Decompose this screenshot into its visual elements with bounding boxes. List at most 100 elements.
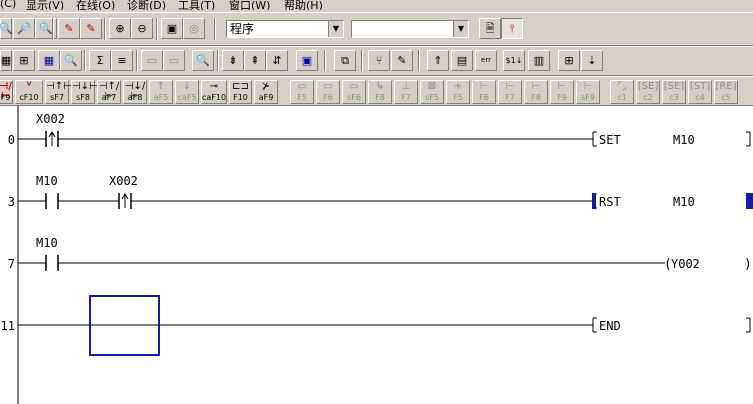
ladder-key-f8[interactable]: ↳ F8 [368,80,392,104]
read-from-plc-button[interactable]: ✎ [80,18,102,39]
ladder-key-f7[interactable]: ⊥ F7 [394,80,418,104]
tb2-btn-6[interactable]: ≡ [111,50,133,71]
tb2-btn-9[interactable]: 🔍 [192,50,214,71]
tb2-btn-23[interactable]: ⇣ [581,50,603,71]
entry-data-button[interactable]: ◎ [183,18,205,39]
ladder-key-sf7[interactable]: ⊣↑⊢ sF7 [45,80,72,104]
ladder-key-sf6[interactable]: ▭ sF6 [342,80,366,104]
grid-2-icon: ⊞ [564,54,574,67]
monitor-start-button[interactable]: ⊕ [109,18,131,39]
ladder-key-c3[interactable]: [SE] c3 [662,80,686,104]
ladder-key-sf5[interactable]: ⊠ sF5 [420,80,444,104]
menu-item[interactable]: (C) [0,0,16,10]
ladder-key-symbol: ⊢ [531,81,541,92]
magnifier-icon: 🔍 [0,22,13,35]
device-search-button[interactable]: 🔎 [13,18,35,39]
tb2-btn-1[interactable]: ▦ [0,50,12,71]
tb2-btn-11[interactable]: ⇞ [244,50,266,71]
ladder-key-c2[interactable]: [SE] c2 [636,80,660,104]
menu-item[interactable]: 显示(V) [26,0,64,10]
search-device-icon: 🔎 [17,22,31,35]
menu-item[interactable]: 诊断(D) [127,0,166,10]
ladder-key-label: sF8 [76,93,90,102]
ladder-key-label: c1 [617,93,627,102]
ladder-key-sf9[interactable]: ⊢ sF9 [576,80,600,104]
ladder-key-c4[interactable]: [ST] c4 [688,80,712,104]
device-comment-button[interactable]: 🗎 [479,18,501,39]
device-batch-button[interactable]: ▣ [161,18,183,39]
tb2-btn-19[interactable]: err [475,50,497,71]
ladder-key-label: caF5 [177,93,197,102]
ladder-key-symbol: [SE] [663,81,685,92]
ladder-key-f10[interactable]: ⊏⊐ F10 [229,80,252,104]
ladder-key-af8[interactable]: ⊣↓/⊢ aF8 [123,80,147,104]
tb2-btn-21[interactable]: ▥ [528,50,550,71]
menu-bar: (C) 显示(V) 在线(O) 诊断(D) 工具(T) 窗口(W) 帮助(H) [0,0,753,10]
chevron-down-icon[interactable]: ▼ [328,21,343,37]
tb2-btn-4[interactable]: 🔍 [60,50,82,71]
tb2-btn-2[interactable]: ⊞ [13,50,35,71]
ladder-key-f9[interactable]: ⊣/⊢ F9 [0,80,13,104]
ladder-key-label: F7 [505,93,515,102]
ladder-key-label: F9 [0,93,11,102]
ladder-key-label: F5 [297,93,307,102]
tb2-btn-16[interactable]: ✎ [391,50,413,71]
tb2-btn-14[interactable]: ⧉ [334,50,356,71]
menu-item[interactable]: 在线(O) [76,0,115,10]
error-icon: err [481,56,491,64]
ladder-key-af7[interactable]: ⊣↑/⊢ aF7 [97,80,121,104]
tb2-btn-13[interactable]: ▣ [296,50,318,71]
program-select[interactable]: 程序 ▼ [226,20,344,38]
chevron-down-icon[interactable]: ▼ [453,21,468,37]
tb2-btn-3[interactable]: ▦ [38,50,60,71]
batch-icon: ▣ [166,22,178,35]
ladder-key-sf8[interactable]: ⊣↓⊢ sF8 [71,80,98,104]
tb2-btn-22[interactable]: ⊞ [558,50,580,71]
menu-item[interactable]: 窗口(W) [229,0,270,10]
copy-icon: ⧉ [341,54,349,67]
ladder-key-label: c4 [695,93,705,102]
ladder-view-button[interactable]: ⫯ [501,18,523,39]
up-icon: ⇑ [433,54,443,67]
ladder-key-c5[interactable]: [RE] c5 [714,80,738,104]
toolbar-separator [214,18,216,40]
toolbar-separator [156,18,158,40]
tb2-btn-18[interactable]: ▤ [451,50,473,71]
ladder-key-c1[interactable]: ⌜⌟ c1 [610,80,634,104]
ladder-key-label: aF9 [258,93,274,102]
ladder-key-f5[interactable]: ▭ F5 [290,80,314,104]
write-to-plc-button[interactable]: ✎ [58,18,80,39]
tb2-btn-15[interactable]: ⑂ [368,50,390,71]
ladder-key-f6[interactable]: ⊢ F6 [472,80,496,104]
ladder-key-symbol: ⊣↑⊢ [46,81,72,92]
tb2-btn-7[interactable]: ▭ [141,50,163,71]
ladder-key-f7[interactable]: ⊢ F7 [498,80,522,104]
menu-item[interactable]: 工具(T) [178,0,215,10]
tb2-btn-12[interactable]: ⇵ [266,50,288,71]
ladder-key-caf5[interactable]: ↓ caF5 [175,80,199,104]
ladder-key-af5[interactable]: ↑ aF5 [149,80,173,104]
menu-item[interactable]: 帮助(H) [284,0,323,10]
tb2-btn-5[interactable]: Σ [89,50,111,71]
monitor-stop-button[interactable]: ⊖ [131,18,153,39]
ladder-key-f9[interactable]: ⊢ F9 [550,80,574,104]
tb2-btn-20[interactable]: $1↓ [503,50,525,71]
ladder-key-label: F6 [323,93,333,102]
align-2-icon: ⇞ [250,54,260,67]
ladder-key-f6[interactable]: ▭ F6 [316,80,340,104]
data-select[interactable]: ▼ [351,20,469,38]
ladder-key-label: c5 [721,93,731,102]
align-icon: ⇟ [228,54,238,67]
ladder-key-caf10[interactable]: ⊸ caF10 [201,80,227,104]
ladder-key-f5[interactable]: + F5 [446,80,470,104]
ladder-key-cf10[interactable]: ⱽ cF10 [15,80,43,104]
ladder-key-f8[interactable]: ⊢ F8 [524,80,548,104]
ladder-key-label: caF10 [202,93,227,102]
ladder-key-label: c2 [643,93,653,102]
ladder-key-symbol: + [453,81,463,92]
tb2-btn-17[interactable]: ⇑ [427,50,449,71]
print-preview-button[interactable]: 🔍 [0,18,13,39]
ladder-key-af9[interactable]: ⊁ aF9 [254,80,278,104]
tb2-btn-10[interactable]: ⇟ [222,50,244,71]
tb2-btn-8[interactable]: ▭ [163,50,185,71]
